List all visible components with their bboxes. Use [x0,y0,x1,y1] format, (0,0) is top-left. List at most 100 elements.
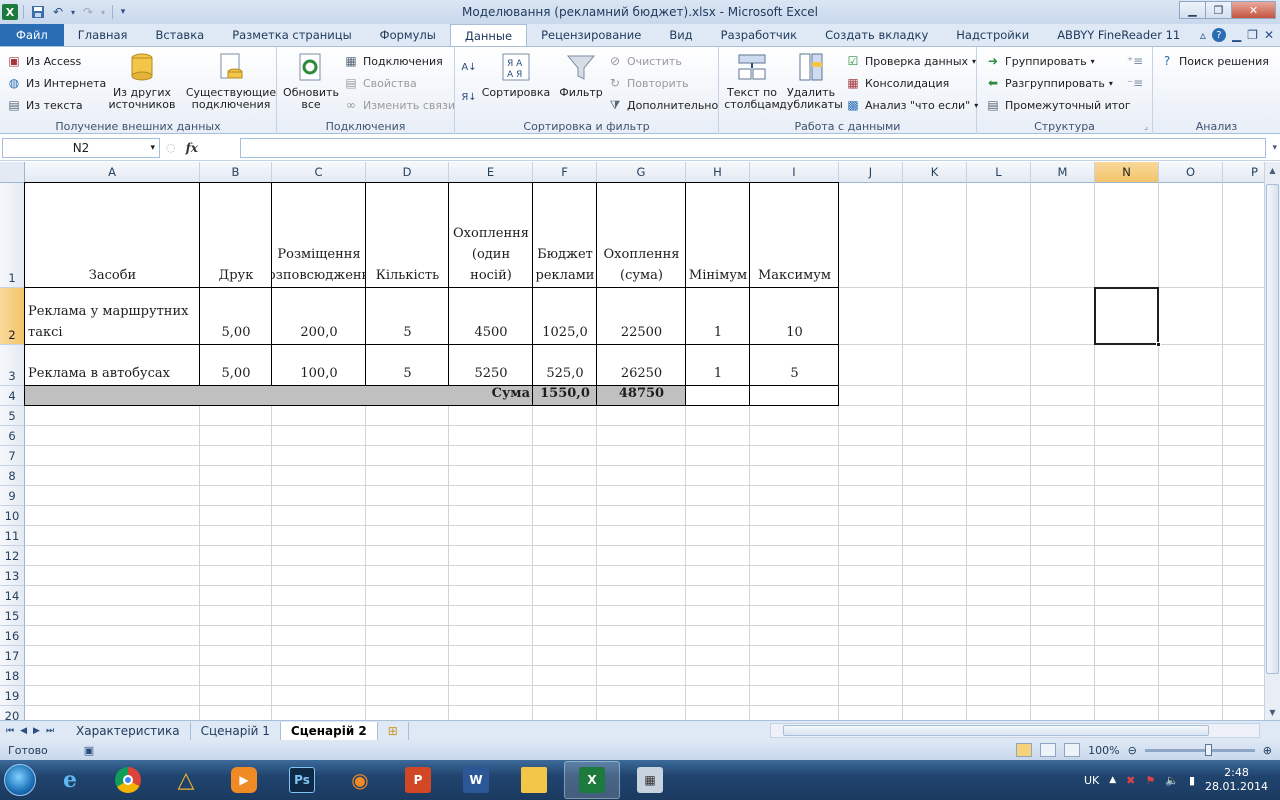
subtotal-button[interactable]: ▤ Промежуточный итог [985,97,1130,113]
customize-qat-icon[interactable]: ▾ [118,3,128,21]
cell-G3[interactable]: 26250 [597,345,686,386]
consolidate-button[interactable]: ▦ Консолидация [845,75,949,91]
edit-links-button[interactable]: ∞ Изменить связи [343,97,455,113]
network-icon[interactable]: ▮ [1189,774,1195,787]
sheet-tab-characteristics[interactable]: Характеристика [66,721,191,740]
remove-duplicates-button[interactable]: Удалить дубликаты [779,51,843,111]
taskbar-explorer[interactable] [506,761,562,799]
row-header[interactable]: 7 [0,446,25,466]
taskbar-archicad[interactable]: △ [158,761,214,799]
tab-view[interactable]: Вид [655,24,706,46]
row-header[interactable]: 16 [0,626,25,646]
cell-B1[interactable]: Друк [200,183,272,288]
horizontal-scroll-thumb[interactable] [783,725,1209,736]
connections-button[interactable]: ▦ Подключения [343,53,442,69]
tab-home[interactable]: Главная [64,24,142,46]
taskbar-photoshop[interactable]: Ps [274,761,330,799]
zoom-level[interactable]: 100% [1088,744,1119,757]
clock[interactable]: 2:48 28.01.2014 [1205,766,1268,794]
collapse-ribbon-icon[interactable]: ▵ [1200,28,1206,42]
expand-formula-bar-icon[interactable]: ▾ [1272,143,1277,153]
sort-az-button[interactable]: А↓ [461,59,477,75]
properties-button[interactable]: ▤ Свойства [343,75,416,91]
column-header[interactable]: L [967,162,1031,183]
cell-E1[interactable]: Охоплення (один носій) [449,183,533,288]
sort-button[interactable]: Я АА Я Сортировка [482,51,550,99]
page-layout-view-button[interactable] [1040,743,1057,757]
tab-file[interactable]: Файл [0,24,64,46]
fill-handle[interactable] [1156,342,1161,347]
column-header[interactable]: F [533,162,597,183]
tab-abbyy[interactable]: ABBYY FineReader 11 [1043,24,1194,46]
next-sheet-icon[interactable]: ▶ [33,726,40,736]
show-hidden-icons-icon[interactable]: ▲ [1109,775,1116,785]
from-web-button[interactable]: ◍ Из Интернета [6,75,107,91]
minimize-button[interactable]: ▁ [1179,1,1206,19]
row-header[interactable]: 13 [0,566,25,586]
excel-logo-icon[interactable]: X [2,4,18,20]
column-header[interactable]: A [25,162,200,183]
refresh-all-button[interactable]: Обновить все [281,51,341,111]
row-header[interactable]: 3 [0,345,25,386]
redo-dropdown-icon[interactable]: ▾ [99,3,107,21]
clear-filter-button[interactable]: ⊘ Очистить [607,53,682,69]
data-validation-button[interactable]: ☑ Проверка данных ▾ [845,53,976,69]
column-header[interactable]: M [1031,162,1095,183]
cell-F3[interactable]: 525,0 [533,345,597,386]
cell-C3[interactable]: 100,0 [272,345,366,386]
column-header[interactable]: N [1095,162,1159,183]
cell-D2[interactable]: 5 [366,288,449,345]
taskbar-calculator[interactable]: ▦ [622,761,678,799]
page-break-view-button[interactable] [1064,743,1081,757]
undo-dropdown-icon[interactable]: ▾ [69,3,77,21]
outline-settings-icon[interactable]: ⌟ [1144,122,1148,131]
row-header[interactable]: 5 [0,406,25,426]
tab-review[interactable]: Рецензирование [527,24,655,46]
tab-formulas[interactable]: Формулы [366,24,450,46]
restore-button[interactable]: ❐ [1205,1,1232,19]
advanced-filter-button[interactable]: ⧩ Дополнительно [607,97,719,113]
column-header[interactable]: P [1223,162,1264,183]
column-header[interactable]: E [449,162,533,183]
column-header[interactable]: O [1159,162,1223,183]
cell-G1[interactable]: Охоплення (сума) [597,183,686,288]
text-to-columns-button[interactable]: Текст по столбцам [723,51,781,111]
scroll-down-icon[interactable]: ▼ [1265,704,1280,720]
vertical-scroll-thumb[interactable] [1266,184,1279,674]
column-header[interactable]: I [750,162,839,183]
sheet-tab-scenario-2[interactable]: Сценарій 2 [280,721,378,740]
row-header[interactable]: 11 [0,526,25,546]
selected-cell-n2[interactable] [1094,287,1159,345]
language-indicator[interactable]: UK [1084,774,1099,787]
row-header[interactable]: 8 [0,466,25,486]
taskbar-excel[interactable]: X [564,761,620,799]
column-header[interactable]: G [597,162,686,183]
row-header[interactable]: 15 [0,606,25,626]
zoom-in-icon[interactable]: ⊕ [1263,744,1272,757]
cell-A4[interactable]: Сума [25,386,533,406]
cell-E2[interactable]: 4500 [449,288,533,345]
name-box-dropdown-icon[interactable]: ▾ [150,143,155,153]
from-other-sources-button[interactable]: Из других источников [102,51,182,111]
cell-A2[interactable]: Реклама у маршрутних таксі [25,288,200,345]
cell-I1[interactable]: Максимум [750,183,839,288]
column-header[interactable]: K [903,162,967,183]
tab-page-layout[interactable]: Разметка страницы [218,24,365,46]
row-header[interactable]: 19 [0,686,25,706]
what-if-button[interactable]: ▩ Анализ "что если" ▾ [845,97,978,113]
ungroup-button[interactable]: ⬅ Разгруппировать ▾ [985,75,1113,91]
taskbar-powerpoint[interactable]: P [390,761,446,799]
formula-input[interactable] [240,137,1266,158]
reapply-button[interactable]: ↻ Повторить [607,75,689,91]
help-icon[interactable]: ? [1211,28,1226,42]
row-header[interactable]: 6 [0,426,25,446]
workbook-close-icon[interactable]: ✕ [1264,28,1274,42]
action-center-icon[interactable]: ⚑ [1145,774,1155,787]
zoom-out-icon[interactable]: ⊖ [1128,744,1137,757]
group-button[interactable]: ➜ Группировать ▾ [985,53,1095,69]
start-button[interactable] [0,760,40,800]
row-header[interactable]: 17 [0,646,25,666]
cell-F1[interactable]: Бюджет реклами [533,183,597,288]
cell-B3[interactable]: 5,00 [200,345,272,386]
filter-button[interactable]: Фильтр [553,51,609,99]
